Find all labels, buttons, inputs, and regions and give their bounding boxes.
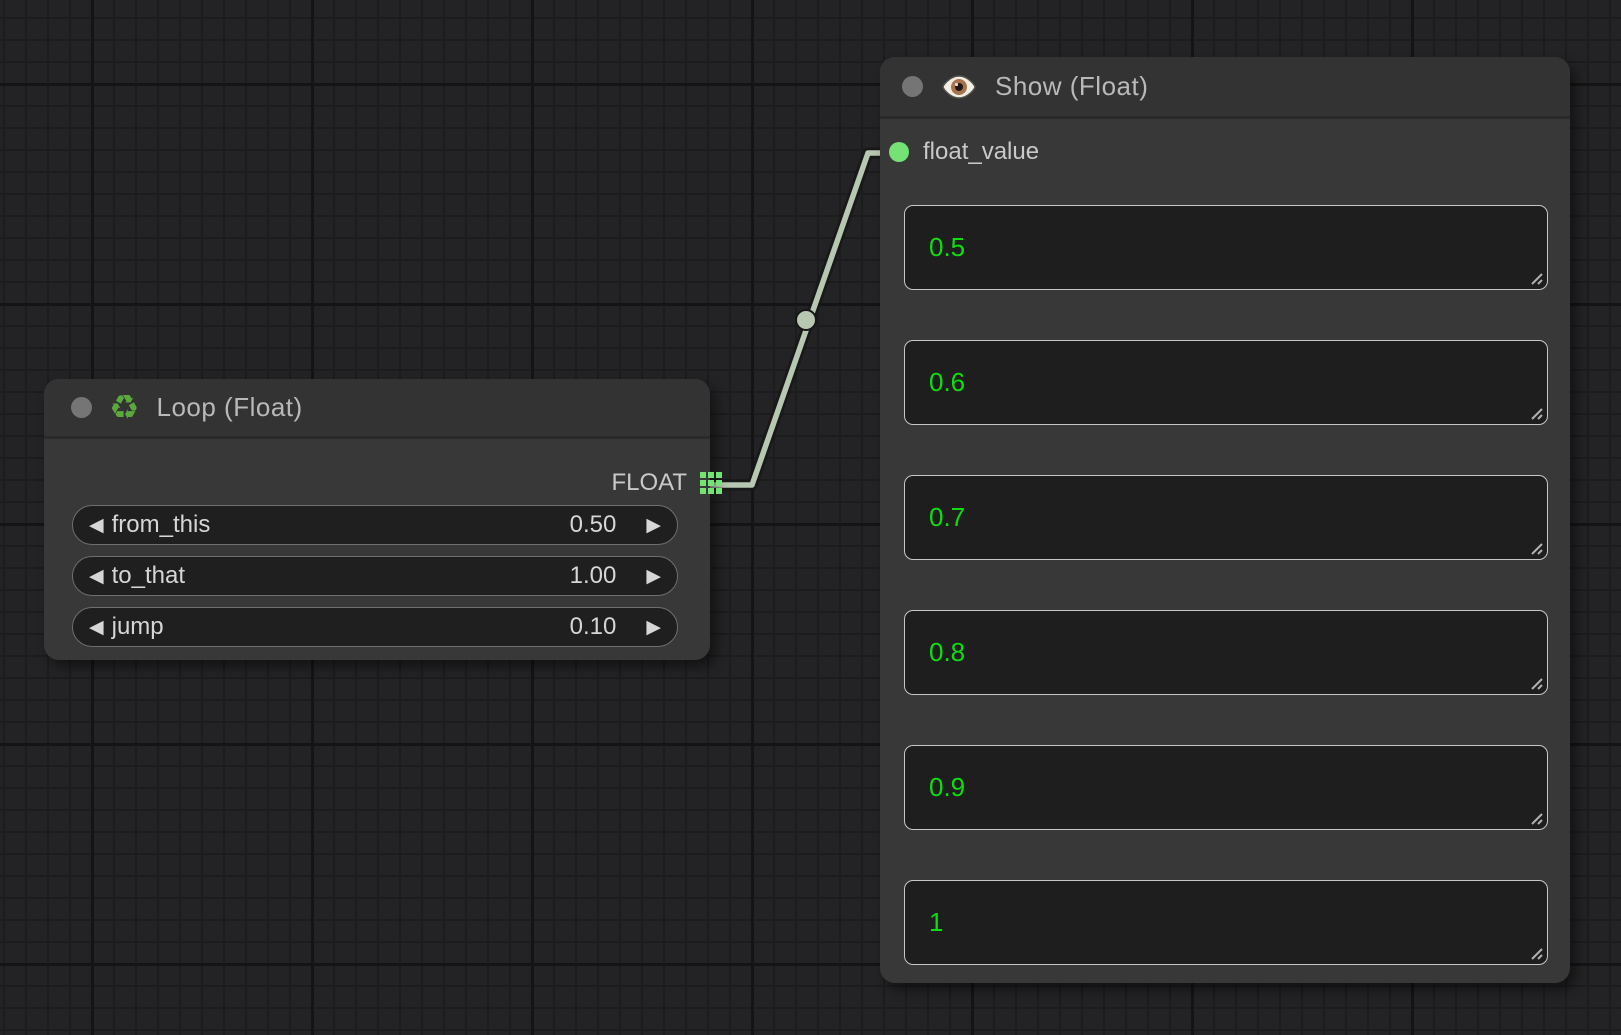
collapse-dot[interactable] <box>71 397 92 418</box>
float-value-text: 0.7 <box>929 502 965 533</box>
node-show-float[interactable]: Show (Float) float_value 0.5 0.6 0.7 <box>880 57 1570 983</box>
grid-list-output-icon[interactable] <box>700 472 722 494</box>
widget-jump[interactable]: ◀ jump 0.10 ▶ <box>72 607 678 647</box>
output-slot-label: FLOAT <box>611 469 687 497</box>
widget-name: to_that <box>112 562 570 590</box>
resize-handle-icon[interactable] <box>1528 945 1544 961</box>
resize-handle-icon[interactable] <box>1528 810 1544 826</box>
node-graph-canvas[interactable]: ♻ Loop (Float) FLOAT ◀ from_this 0.50 ▶ … <box>0 0 1621 1035</box>
value-display-box[interactable]: 0.9 <box>904 745 1548 830</box>
output-slot-float: FLOAT <box>44 463 710 503</box>
widget-value[interactable]: 0.50 <box>570 511 617 539</box>
resize-handle-icon[interactable] <box>1528 270 1544 286</box>
resize-handle-icon[interactable] <box>1528 675 1544 691</box>
value-display-box[interactable]: 0.8 <box>904 610 1548 695</box>
increment-arrow-icon[interactable]: ▶ <box>646 516 661 535</box>
float-value-text: 0.8 <box>929 637 965 668</box>
float-value-text: 0.9 <box>929 772 965 803</box>
link-midpoint-dot <box>796 310 816 330</box>
node-loop-float[interactable]: ♻ Loop (Float) FLOAT ◀ from_this 0.50 ▶ … <box>44 379 710 660</box>
eye-icon <box>942 74 976 100</box>
float-value-text: 1 <box>929 907 943 938</box>
input-slot-label: float_value <box>923 138 1039 166</box>
collapse-dot[interactable] <box>902 76 923 97</box>
increment-arrow-icon[interactable]: ▶ <box>646 567 661 586</box>
value-display-box[interactable]: 0.6 <box>904 340 1548 425</box>
link-float-connection[interactable] <box>711 153 880 485</box>
widget-value[interactable]: 1.00 <box>570 562 617 590</box>
node-title: Show (Float) <box>995 71 1148 102</box>
value-display-box[interactable]: 0.5 <box>904 205 1548 290</box>
increment-arrow-icon[interactable]: ▶ <box>646 618 661 637</box>
decrement-arrow-icon[interactable]: ◀ <box>89 567 104 586</box>
input-slot-float-value: float_value <box>880 135 1570 169</box>
decrement-arrow-icon[interactable]: ◀ <box>89 516 104 535</box>
resize-handle-icon[interactable] <box>1528 405 1544 421</box>
widget-to-that[interactable]: ◀ to_that 1.00 ▶ <box>72 556 678 596</box>
resize-handle-icon[interactable] <box>1528 540 1544 556</box>
value-display-box[interactable]: 0.7 <box>904 475 1548 560</box>
decrement-arrow-icon[interactable]: ◀ <box>89 618 104 637</box>
float-value-text: 0.5 <box>929 232 965 263</box>
float-value-text: 0.6 <box>929 367 965 398</box>
show-node-header[interactable]: Show (Float) <box>880 57 1570 119</box>
loop-node-header[interactable]: ♻ Loop (Float) <box>44 379 710 439</box>
widget-value[interactable]: 0.10 <box>570 613 617 641</box>
value-display-box[interactable]: 1 <box>904 880 1548 965</box>
input-slot-dot[interactable] <box>889 142 909 162</box>
widget-from-this[interactable]: ◀ from_this 0.50 ▶ <box>72 505 678 545</box>
widget-name: from_this <box>112 511 570 539</box>
recycle-icon: ♻ <box>109 391 139 425</box>
widget-name: jump <box>112 613 570 641</box>
node-title: Loop (Float) <box>156 392 302 423</box>
